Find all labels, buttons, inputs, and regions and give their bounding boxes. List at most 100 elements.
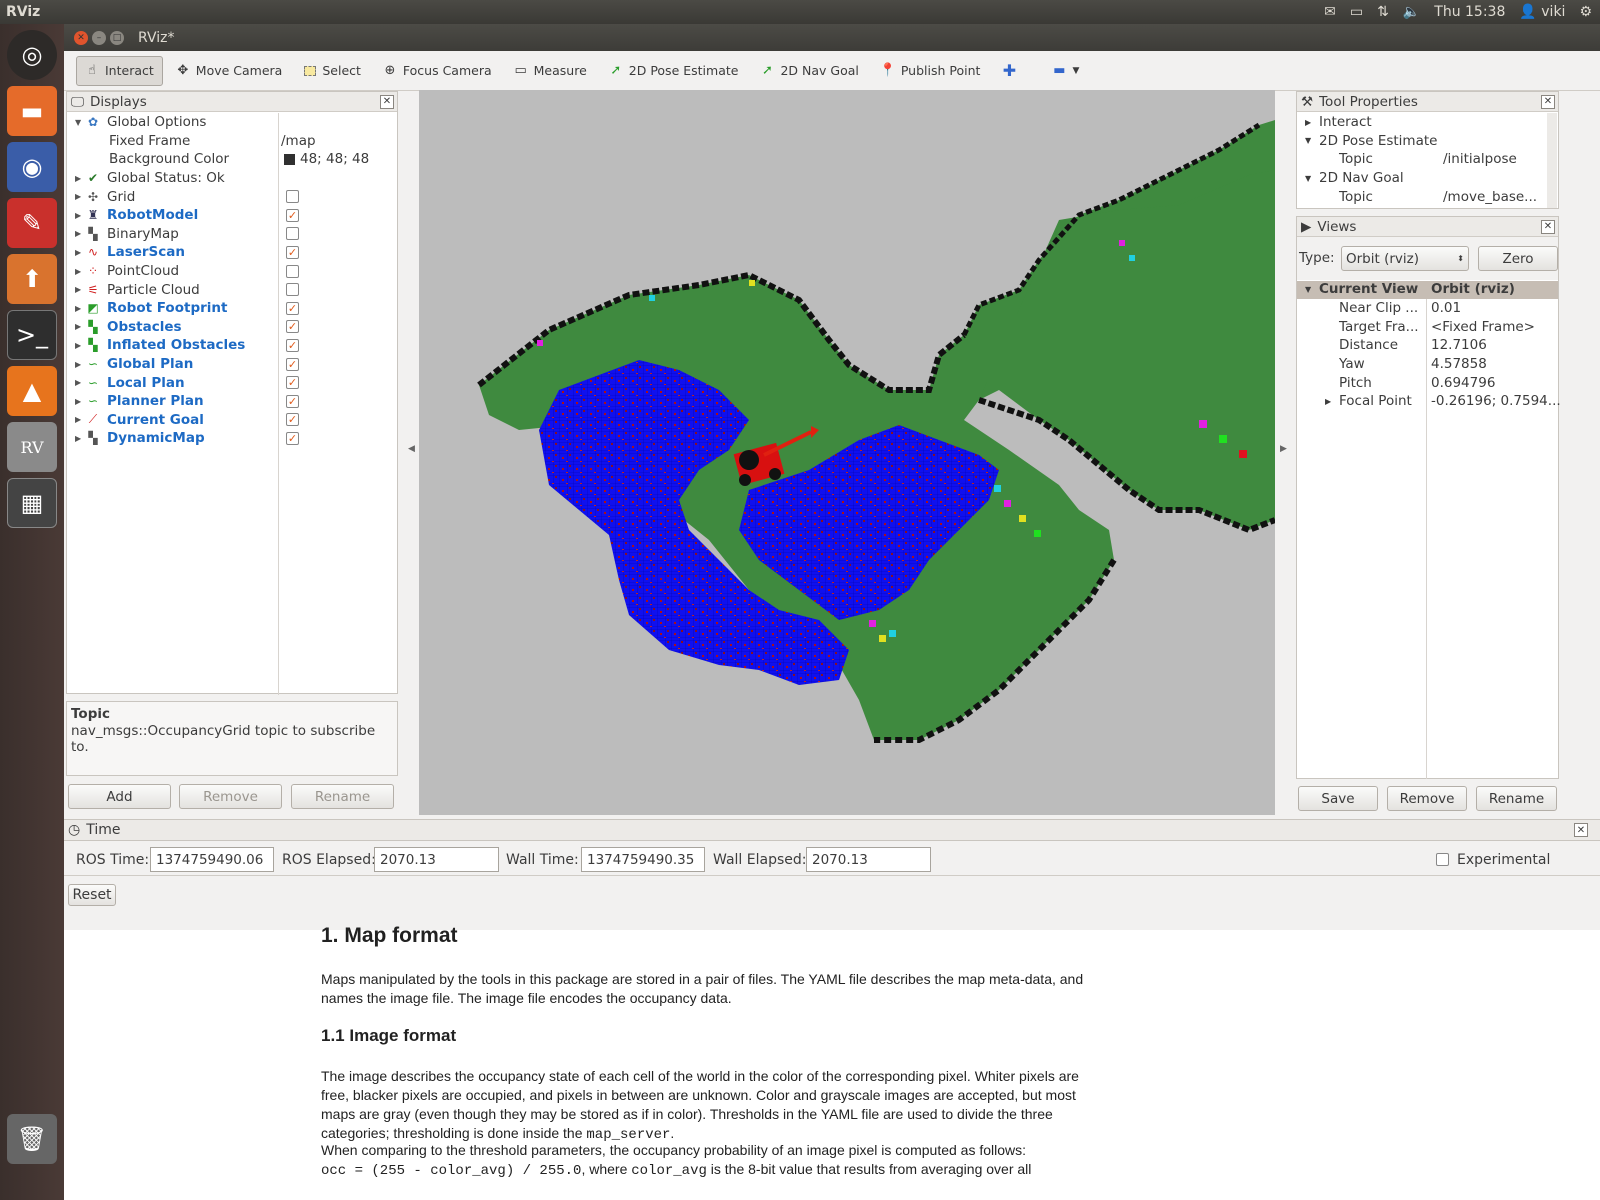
display-enabled-checkbox[interactable]: ✓ (286, 208, 299, 222)
ubuntu-logo-icon[interactable]: ◎ (7, 30, 57, 80)
add-display-button[interactable]: Add (68, 784, 171, 809)
system-settings-icon[interactable]: ✎ (7, 198, 57, 248)
display-enabled-checkbox[interactable]: ✓ (286, 376, 299, 390)
tool-measure[interactable]: ▭ Measure (505, 56, 596, 86)
display-enabled-checkbox[interactable]: ✓ (286, 431, 299, 445)
remove-view-button[interactable]: Remove (1387, 786, 1467, 811)
display-item-global-plan[interactable]: ▶ ∽ Global Plan ✓ (67, 355, 397, 374)
remove-tool-button[interactable]: ▬ ▼ (1043, 56, 1088, 86)
display-enabled-checkbox[interactable]: ✓ (286, 245, 299, 259)
property-value[interactable]: /initialpose (1443, 151, 1517, 167)
rename-display-button[interactable]: Rename (291, 784, 394, 809)
tool-move-camera[interactable]: ✥ Move Camera (167, 56, 292, 86)
display-enabled-checkbox[interactable]: ✓ (286, 338, 299, 352)
tool-2d-pose-estimate[interactable]: ➚ 2D Pose Estimate (600, 56, 748, 86)
tool-select[interactable]: Select (295, 56, 370, 86)
chevron-right-icon[interactable]: ▶ (75, 192, 85, 201)
chevron-down-icon[interactable]: ▼ (1305, 174, 1311, 183)
display-item-robotmodel[interactable]: ▶ ♜ RobotModel ✓ (67, 206, 397, 225)
property-value[interactable]: <Fixed Frame> (1431, 319, 1535, 335)
display-item-robot-footprint[interactable]: ▶ ◩ Robot Footprint ✓ (67, 299, 397, 318)
chevron-right-icon[interactable]: ▶ (1325, 397, 1331, 406)
display-enabled-checkbox[interactable]: ✓ (286, 301, 299, 315)
close-icon[interactable]: ✕ (1541, 219, 1555, 234)
minimize-window-icon[interactable]: – (92, 30, 106, 45)
remove-display-button[interactable]: Remove (179, 784, 282, 809)
chevron-down-icon[interactable]: ▼ (1305, 136, 1311, 145)
display-item-binarymap[interactable]: ▶ ▚ BinaryMap (67, 225, 397, 244)
display-enabled-checkbox[interactable] (286, 227, 299, 241)
view-property-row[interactable]: Yaw 4.57858 (1297, 355, 1558, 374)
gear-icon[interactable]: ⚙ (1579, 4, 1592, 20)
display-item-pointcloud[interactable]: ▶ ⁘ PointCloud (67, 262, 397, 281)
property-value[interactable]: 4.57858 (1431, 356, 1487, 372)
view-property-row[interactable]: Distance 12.7106 (1297, 336, 1558, 355)
chevron-right-icon[interactable]: ▶ (75, 174, 85, 183)
fixed-frame-value[interactable]: /map (281, 133, 316, 149)
wall-time-field[interactable]: 1374759490.35 (581, 847, 705, 872)
display-item-current-goal[interactable]: ▶ ⟋ Current Goal ✓ (67, 411, 397, 430)
display-item-laserscan[interactable]: ▶ ∿ LaserScan ✓ (67, 243, 397, 262)
chevron-right-icon[interactable]: ▶ (75, 267, 85, 276)
rviz-icon[interactable]: RV (7, 422, 57, 472)
chevron-right-icon[interactable]: ▶ (75, 248, 85, 257)
splitter-left-arrow-icon[interactable]: ◀ (408, 444, 415, 454)
add-tool-button[interactable]: ✚ (993, 56, 1025, 86)
view-property-row[interactable]: Target Fra... <Fixed Frame> (1297, 318, 1558, 337)
close-icon[interactable]: ✕ (1541, 94, 1555, 109)
files-folder-icon[interactable]: ▬ (7, 86, 57, 136)
property-value[interactable]: 0.694796 (1431, 375, 1495, 391)
workspace-switcher-icon[interactable]: ▦ (7, 478, 57, 528)
display-item-local-plan[interactable]: ▶ ∽ Local Plan ✓ (67, 373, 397, 392)
tool-focus-camera[interactable]: ⊕ Focus Camera (374, 56, 501, 86)
chevron-right-icon[interactable]: ▶ (75, 211, 85, 220)
display-enabled-checkbox[interactable]: ✓ (286, 320, 299, 334)
display-item-particle-cloud[interactable]: ▶ ⚟ Particle Cloud (67, 280, 397, 299)
close-icon[interactable]: ✕ (380, 94, 394, 109)
color-swatch[interactable] (284, 153, 295, 165)
display-enabled-checkbox[interactable] (286, 283, 299, 297)
property-value[interactable]: /move_base... (1443, 189, 1537, 205)
3d-render-viewport[interactable] (419, 90, 1275, 815)
display-enabled-checkbox[interactable]: ✓ (286, 357, 299, 371)
tool-interact[interactable]: ☝ Interact (76, 55, 163, 86)
chevron-right-icon[interactable]: ▶ (75, 304, 85, 313)
scrollbar[interactable] (1547, 113, 1557, 208)
clock[interactable]: Thu 15:38 (1434, 4, 1505, 20)
network-icon[interactable]: ⇅ (1377, 4, 1389, 20)
save-view-button[interactable]: Save (1298, 786, 1378, 811)
user-menu[interactable]: 👤 viki (1519, 4, 1565, 20)
tree-row-global-options[interactable]: ▼ ✿ Global Options (67, 113, 397, 132)
chevron-right-icon[interactable]: ▶ (75, 229, 85, 238)
view-type-select[interactable]: Orbit (rviz) ⬍ (1341, 246, 1469, 271)
tool-property-row[interactable]: ▼ 2D Nav Goal (1297, 169, 1547, 188)
display-enabled-checkbox[interactable]: ✓ (286, 413, 299, 427)
chevron-right-icon[interactable]: ▶ (75, 415, 85, 424)
chevron-right-icon[interactable]: ▶ (75, 322, 85, 331)
battery-icon[interactable]: ▭ (1350, 4, 1363, 20)
reset-button[interactable]: Reset (68, 884, 116, 906)
chevron-right-icon[interactable]: ▶ (1305, 118, 1311, 127)
chevron-right-icon[interactable]: ▶ (75, 378, 85, 387)
ros-time-field[interactable]: 1374759490.06 (150, 847, 274, 872)
chevron-right-icon[interactable]: ▶ (75, 341, 85, 350)
display-item-obstacles[interactable]: ▶ ▚ Obstacles ✓ (67, 318, 397, 337)
chevron-right-icon[interactable]: ▶ (75, 397, 85, 406)
view-property-row[interactable]: Pitch 0.694796 (1297, 373, 1558, 392)
tree-row-fixed-frame[interactable]: Fixed Frame /map (67, 132, 397, 151)
volume-icon[interactable]: 🔈 (1403, 4, 1420, 20)
property-value[interactable]: 12.7106 (1431, 337, 1487, 353)
property-value[interactable]: 0.01 (1431, 300, 1461, 316)
wall-elapsed-field[interactable]: 2070.13 (806, 847, 931, 872)
close-icon[interactable]: ✕ (1574, 823, 1588, 837)
display-item-planner-plan[interactable]: ▶ ∽ Planner Plan ✓ (67, 392, 397, 411)
display-item-grid[interactable]: ▶ ✣ Grid (67, 187, 397, 206)
chevron-down-icon[interactable]: ▼ (1305, 285, 1311, 294)
software-center-icon[interactable]: ⬆ (7, 254, 57, 304)
chevron-down-icon[interactable]: ▼ (75, 118, 85, 127)
property-value[interactable]: -0.26196; 0.7594... (1431, 393, 1561, 409)
maximize-window-icon[interactable]: □ (110, 30, 124, 45)
close-window-icon[interactable]: ✕ (74, 30, 88, 45)
mail-icon[interactable]: ✉ (1324, 4, 1336, 20)
tool-property-row[interactable]: ▶ Interact (1297, 113, 1547, 132)
